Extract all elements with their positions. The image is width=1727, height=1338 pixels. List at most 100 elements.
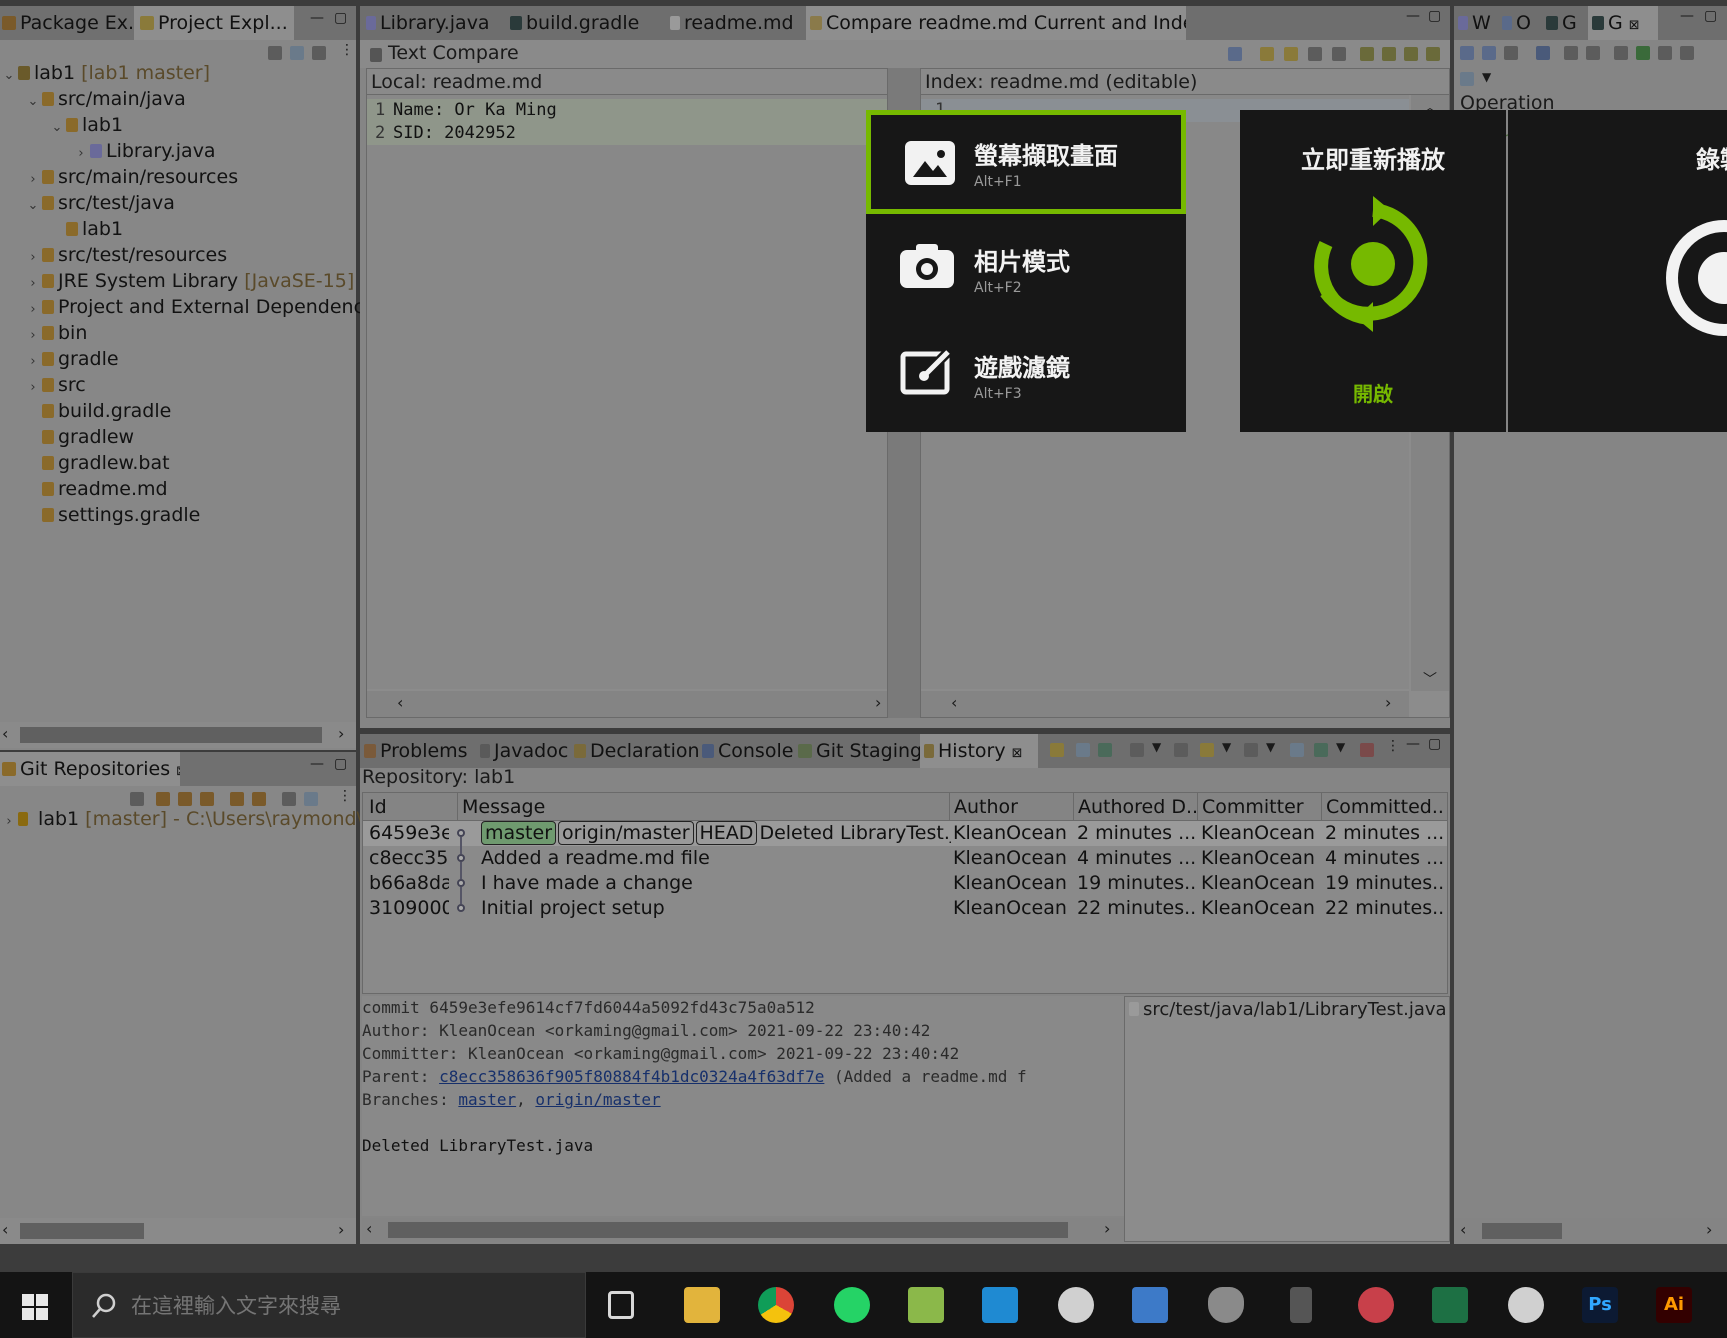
filter-resource-icon[interactable] bbox=[1200, 743, 1214, 757]
scroll-right-icon[interactable]: › bbox=[338, 1220, 344, 1239]
show-all-branches-icon[interactable] bbox=[1076, 743, 1090, 757]
ref-badge[interactable]: master bbox=[481, 821, 557, 845]
windows-start-icon[interactable] bbox=[22, 1294, 48, 1320]
tree-item[interactable]: readme.md bbox=[0, 476, 168, 502]
remove-all-icon[interactable] bbox=[1680, 46, 1694, 60]
column-header-committed-date[interactable]: Committed... bbox=[1321, 793, 1445, 821]
copy-right-icon[interactable] bbox=[1332, 47, 1346, 61]
maximize-icon[interactable]: ▢ bbox=[1704, 8, 1717, 24]
left-code-area[interactable]: 1 Name: Or Ka Ming 2 SID: 2042952 bbox=[367, 95, 887, 689]
tree-item[interactable]: › src/main/resources bbox=[0, 164, 238, 190]
tab-problems[interactable]: Problems bbox=[364, 734, 476, 768]
tab-git-staging[interactable]: Git Staging bbox=[796, 734, 920, 768]
tab-declaration[interactable]: Declaration bbox=[570, 734, 704, 768]
clone-repo-icon[interactable] bbox=[178, 792, 192, 806]
close-icon[interactable]: ⊠ bbox=[176, 764, 180, 779]
table-row[interactable]: c8ecc35 KleanOcean 4 minutes ... KleanOcean… bbox=[363, 846, 1447, 879]
commit-detail[interactable]: commit 6459e3efe9614cf7fd6044a5092fd43c7… bbox=[362, 996, 1124, 1216]
search-icon[interactable] bbox=[1174, 743, 1188, 757]
scroll-thumb[interactable] bbox=[1482, 1223, 1562, 1239]
calendar-icon[interactable] bbox=[1132, 1287, 1168, 1323]
tree-item[interactable]: › Project and External Dependencies bbox=[0, 294, 391, 320]
gitlab-fox-icon[interactable] bbox=[1208, 1287, 1244, 1323]
notepad-icon[interactable] bbox=[908, 1287, 944, 1323]
tree-item[interactable]: ⌄ src/test/java bbox=[0, 190, 175, 216]
scroll-left-icon[interactable]: ‹ bbox=[366, 1219, 372, 1238]
tree-item[interactable]: › src/test/resources bbox=[0, 242, 227, 268]
hierarchy-icon[interactable] bbox=[282, 792, 296, 806]
scroll-right-icon[interactable]: › bbox=[875, 693, 881, 712]
next-diff-icon[interactable] bbox=[1360, 47, 1374, 61]
maximize-icon[interactable]: ▢ bbox=[334, 756, 347, 772]
ref-badge[interactable]: HEAD bbox=[695, 821, 758, 845]
filter-icon[interactable] bbox=[1244, 743, 1258, 757]
ref-badge[interactable]: origin/master bbox=[558, 821, 694, 845]
copy-all-left-icon[interactable] bbox=[1260, 47, 1274, 61]
chevron-down-icon[interactable]: ▼ bbox=[1222, 740, 1231, 754]
prev-change-icon[interactable] bbox=[1426, 47, 1440, 61]
tab-g1[interactable]: G bbox=[1546, 6, 1586, 40]
column-header-id[interactable]: Id bbox=[369, 793, 449, 821]
scroll-left-icon[interactable]: ‹ bbox=[2, 1220, 8, 1239]
tree-item[interactable]: › JRE System Library [JavaSE-15] bbox=[0, 268, 354, 294]
horizontal-scrollbar[interactable]: ‹ › bbox=[1454, 1218, 1727, 1244]
next-change-icon[interactable] bbox=[1404, 47, 1418, 61]
excel-icon[interactable] bbox=[1432, 1287, 1468, 1323]
column-header-author[interactable]: Author bbox=[949, 793, 1069, 821]
expand-icon[interactable] bbox=[1460, 46, 1474, 60]
close-icon[interactable]: ⊠ bbox=[1629, 18, 1640, 33]
column-header-committer[interactable]: Committer bbox=[1197, 793, 1321, 821]
illustrator-icon[interactable]: Ai bbox=[1656, 1287, 1692, 1323]
tree-item[interactable]: › Library.java bbox=[0, 138, 215, 164]
file-explorer-icon[interactable] bbox=[684, 1287, 720, 1323]
tab-compare-readme[interactable]: Compare readme.md Current and Index⊠ bbox=[806, 6, 1186, 40]
tree-item[interactable]: settings.gradle bbox=[0, 502, 200, 528]
minimize-icon[interactable]: — bbox=[1406, 736, 1420, 752]
executions-icon[interactable] bbox=[1460, 72, 1474, 86]
view-menu-icon[interactable]: ⋮ bbox=[1386, 738, 1400, 754]
scroll-right-icon[interactable]: › bbox=[1104, 1219, 1110, 1238]
scroll-right-icon[interactable]: › bbox=[1385, 693, 1391, 712]
compare-mode-icon[interactable] bbox=[1130, 743, 1144, 757]
minimize-icon[interactable]: — bbox=[1680, 8, 1694, 24]
tab-build-gradle[interactable]: build.gradle bbox=[510, 6, 660, 40]
expand-arrow-icon[interactable]: › bbox=[0, 809, 18, 835]
layout-icon[interactable] bbox=[1290, 743, 1304, 757]
horizontal-scrollbar[interactable]: ‹ › bbox=[367, 691, 887, 717]
hierarchy-icon[interactable] bbox=[1504, 46, 1518, 60]
chrome-icon[interactable] bbox=[758, 1287, 794, 1323]
link-icon[interactable] bbox=[230, 792, 244, 806]
view-menu-icon[interactable]: ⋮ bbox=[338, 788, 352, 804]
tab-project-explorer[interactable]: Project Expl...⊠ bbox=[134, 6, 294, 40]
table-row[interactable]: 6459e3e KleanOcean 2 minutes ... KleanOcean… bbox=[363, 821, 1447, 854]
tab-g2[interactable]: G ⊠ bbox=[1588, 6, 1658, 40]
table-row[interactable]: 3109000 KleanOcean 22 minutes... KleanOcean… bbox=[363, 896, 1447, 921]
parent-hash-link[interactable]: c8ecc358636f905f80884f4b1dc0324a4f63df7e bbox=[439, 1067, 824, 1086]
tab-o[interactable]: O bbox=[1502, 6, 1542, 40]
minimize-icon[interactable]: — bbox=[310, 756, 324, 772]
link-with-selection-icon[interactable] bbox=[1050, 743, 1064, 757]
chevron-down-icon[interactable]: ▼ bbox=[1266, 740, 1275, 754]
branch-icon[interactable] bbox=[1314, 743, 1328, 757]
ignore-whitespace-icon[interactable] bbox=[1228, 47, 1242, 61]
filter-icon[interactable] bbox=[312, 46, 326, 60]
overlay-record[interactable]: 錄製 bbox=[1508, 110, 1727, 432]
clock-app-icon[interactable] bbox=[1058, 1287, 1094, 1323]
tree-item[interactable]: › bin bbox=[0, 320, 87, 346]
column-header-authored-date[interactable]: Authored D... bbox=[1073, 793, 1197, 821]
overlay-instant-replay[interactable]: 立即重新播放 開啟 bbox=[1240, 110, 1506, 432]
table-row[interactable]: b66a8da KleanOcean 19 minutes... KleanOcean… bbox=[363, 871, 1447, 904]
create-repo-icon[interactable] bbox=[200, 792, 214, 806]
remove-icon[interactable] bbox=[1658, 46, 1672, 60]
run-icon[interactable] bbox=[1636, 46, 1650, 60]
tree-item[interactable]: › src bbox=[0, 372, 85, 398]
sort-icon[interactable] bbox=[304, 792, 318, 806]
voice-recorder-icon[interactable] bbox=[1290, 1287, 1312, 1323]
branch-link-origin-master[interactable]: origin/master bbox=[535, 1090, 660, 1109]
close-icon[interactable]: ⊠ bbox=[1012, 746, 1023, 761]
tab-w[interactable]: W bbox=[1458, 6, 1498, 40]
scroll-thumb[interactable] bbox=[20, 727, 322, 743]
chevron-down-icon[interactable]: ▼ bbox=[1482, 70, 1491, 84]
branch-link-master[interactable]: master bbox=[458, 1090, 516, 1109]
taskbar-search-box[interactable] bbox=[72, 1272, 586, 1338]
